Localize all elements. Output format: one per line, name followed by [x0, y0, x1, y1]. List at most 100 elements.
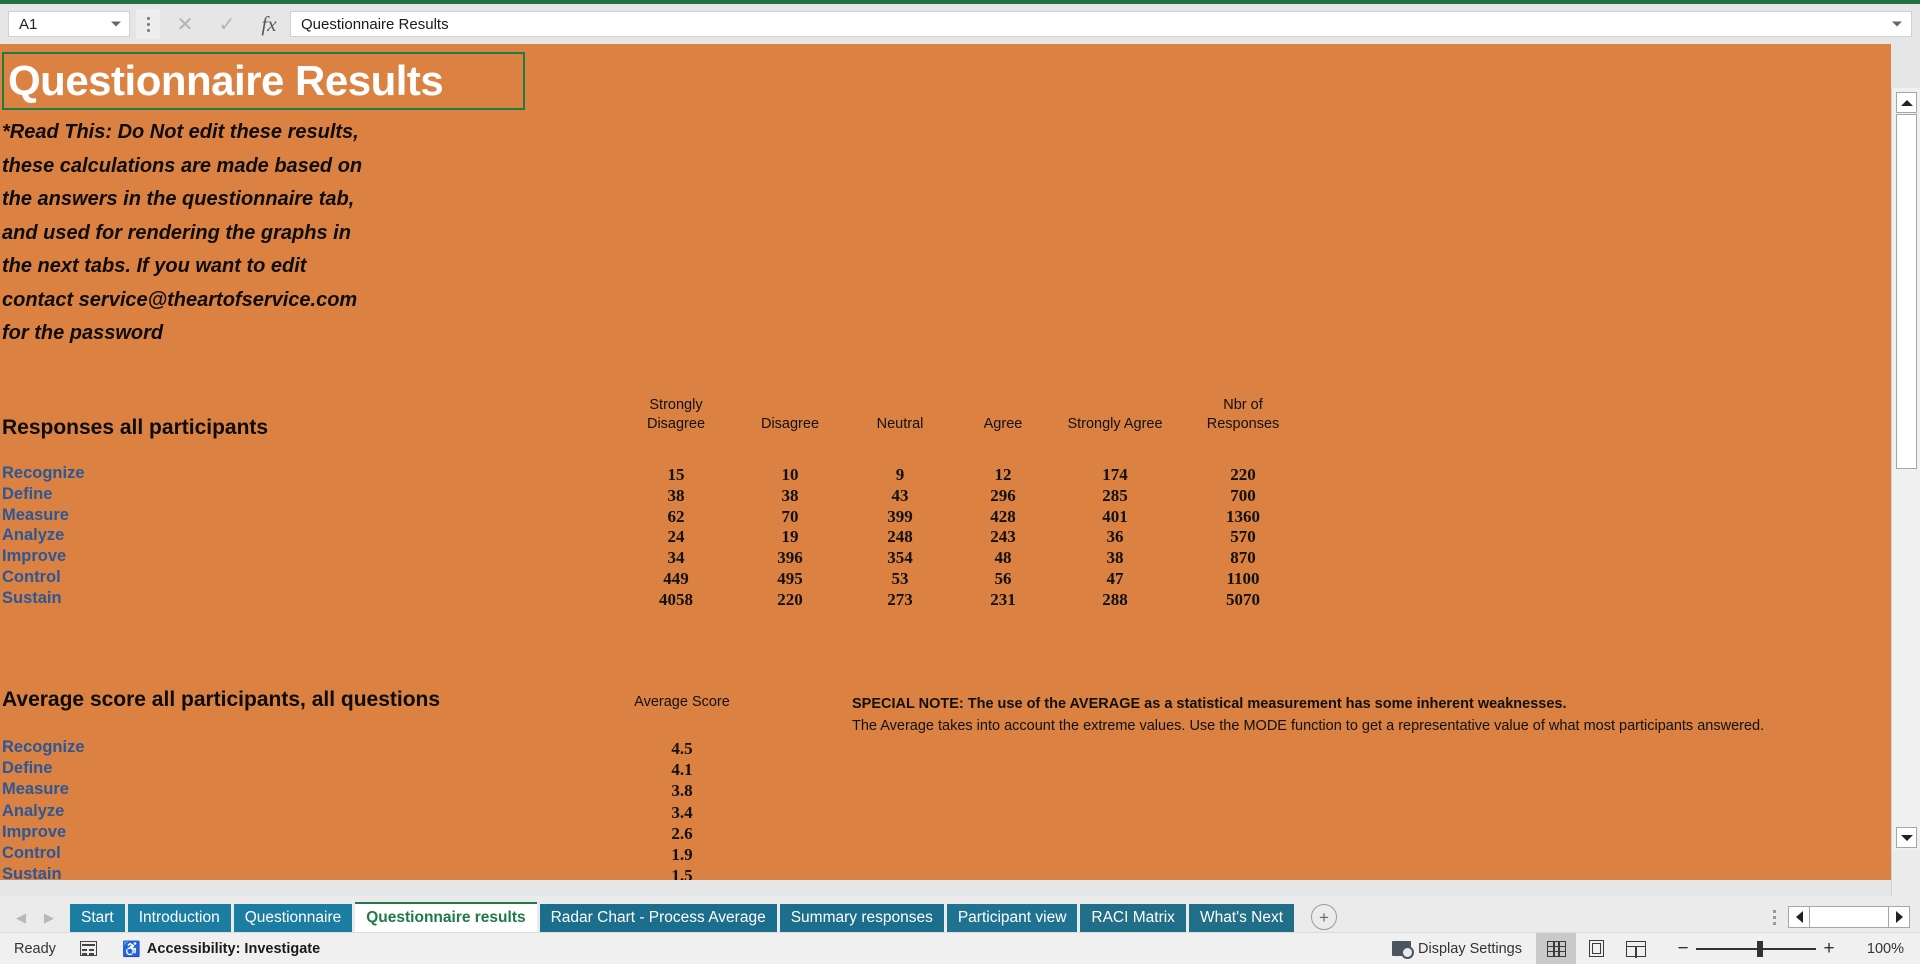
zoom-control[interactable]: − + [1670, 938, 1842, 960]
sheet-tab-questionnaire-results[interactable]: Questionnaire results [355, 902, 537, 932]
cell-value: 495 [777, 568, 803, 588]
row-label: Control [2, 567, 61, 586]
table-row[interactable]: Control 449 495 53 56 47 1100 [0, 568, 1300, 589]
table-row[interactable]: Analyze 24 19 248 243 36 570 [0, 526, 1300, 547]
sheet-tab-radar-chart-process-average[interactable]: Radar Chart - Process Average [539, 904, 777, 932]
zoom-out-button[interactable]: − [1670, 938, 1696, 960]
cell-value: 396 [777, 548, 803, 568]
average-table-body: Recognize 4.5 Define 4.1 Measure 3.8 Ana… [0, 738, 900, 880]
horizontal-scrollbar[interactable] [1788, 906, 1910, 928]
page-title: Questionnaire Results [8, 57, 444, 104]
cell-value: 1360 [1226, 506, 1260, 526]
zoom-in-button[interactable]: + [1816, 938, 1842, 960]
row-label: Recognize [2, 738, 85, 756]
scroll-left-button[interactable] [1788, 906, 1810, 928]
note-line: and used for rendering the graphs in [2, 221, 351, 244]
add-sheet-icon[interactable]: + [1311, 904, 1338, 930]
cell-value: 354 [887, 548, 913, 568]
note-line: *Read This: Do Not edit these results, [2, 121, 359, 143]
cell-value: 9 [895, 465, 905, 484]
display-settings-button[interactable]: Display Settings [1378, 933, 1536, 964]
table-row[interactable]: Define 38 38 43 296 285 700 [0, 485, 1300, 506]
scroll-right-button[interactable] [1888, 906, 1910, 928]
name-box-value: A1 [19, 15, 38, 33]
cell-value: 4058 [659, 589, 693, 609]
confirm-check-icon[interactable]: ✓ [206, 9, 248, 39]
row-label: Improve [2, 547, 67, 566]
row-label: Define [2, 484, 53, 503]
vertical-scrollbar[interactable] [1891, 88, 1920, 940]
column-header-average-score: Average Score [634, 694, 730, 710]
zoom-slider-thumb[interactable] [1757, 940, 1763, 957]
cell-a1-selected[interactable]: Questionnaire Results [2, 52, 525, 110]
sheet-tab-participant-view[interactable]: Participant view [946, 904, 1078, 932]
table-row[interactable]: Recognize 4.5 [0, 738, 900, 759]
page-break-preview-button[interactable] [1616, 933, 1656, 964]
vertical-scrollbar-thumb[interactable] [1896, 114, 1917, 469]
status-mode: Ready [14, 940, 56, 957]
note-line: these calculations are made based on [2, 154, 363, 177]
cell-value: 70 [781, 506, 799, 526]
dot [146, 22, 150, 26]
cell-value: 273 [887, 589, 913, 609]
sheet-tab-introduction[interactable]: Introduction [127, 904, 231, 932]
column-header-nbr-of-responses: Nbr of Responses [1206, 397, 1280, 432]
tab-split-grip[interactable] [1773, 909, 1776, 925]
cancel-icon[interactable]: ✕ [164, 9, 206, 39]
dot [146, 16, 150, 20]
table-row[interactable]: Define 4.1 [0, 759, 900, 780]
next-sheet-icon[interactable]: ▶ [42, 910, 56, 925]
formula-action-buttons: ✕ ✓ fx [164, 9, 290, 39]
table-row[interactable]: Improve 2.6 [0, 823, 900, 844]
note-line: the next tabs. If you want to edit [2, 255, 307, 277]
page-layout-view-button[interactable] [1576, 933, 1616, 964]
dot [146, 28, 150, 32]
table-row[interactable]: Recognize 15 10 9 12 174 220 [0, 464, 1300, 485]
cell-value: 19 [781, 527, 799, 547]
expand-formula-bar-icon[interactable] [1892, 21, 1902, 27]
accessibility-status[interactable]: ♿ Accessibility: Investigate [122, 940, 320, 958]
chevron-down-icon[interactable] [111, 21, 121, 27]
cell-value: 24 [667, 527, 685, 547]
workbook-statistics-icon[interactable] [79, 941, 97, 956]
triangle-left-icon [1795, 911, 1803, 923]
cell-value: 38 [781, 485, 799, 505]
cell-value: 3.8 [671, 781, 693, 801]
zoom-level-label[interactable]: 100% [1842, 941, 1904, 957]
formula-bar-overflow-button[interactable] [136, 9, 160, 39]
sheet-tab-raci-matrix[interactable]: RACI Matrix [1080, 904, 1186, 932]
cell-value: 53 [891, 568, 909, 588]
cell-value: 1.5 [671, 866, 693, 880]
page-layout-icon [1588, 940, 1604, 957]
sheet-tab-start[interactable]: Start [70, 904, 125, 932]
cell-value: 570 [1230, 527, 1256, 547]
special-note-plain: The Average takes into account the extre… [852, 718, 1765, 734]
cell-value: 38 [667, 485, 685, 505]
table-row[interactable]: Measure 62 70 399 428 401 1360 [0, 506, 1300, 527]
formula-bar: A1 ✕ ✓ fx Questionnaire Results [0, 4, 1920, 44]
name-box[interactable]: A1 [8, 11, 130, 37]
table-row[interactable]: Control 1.9 [0, 844, 900, 865]
scroll-up-button[interactable] [1896, 92, 1917, 113]
formula-input[interactable]: Questionnaire Results [290, 11, 1912, 37]
cell-value: 2.6 [671, 823, 693, 843]
horizontal-scrollbar-thumb[interactable] [1810, 906, 1888, 928]
worksheet-grid[interactable]: Questionnaire Results *Read This: Do Not… [0, 44, 1891, 880]
sheet-tab-whats-next[interactable]: What's Next [1188, 904, 1295, 932]
insert-function-icon[interactable]: fx [248, 9, 290, 39]
cell-value: 10 [781, 465, 799, 484]
sheet-tab-questionnaire[interactable]: Questionnaire [233, 904, 353, 932]
cell-value: 4.1 [671, 760, 693, 780]
table-row[interactable]: Analyze 3.4 [0, 802, 900, 823]
scroll-down-button[interactable] [1896, 827, 1917, 848]
table-row[interactable]: Measure 3.8 [0, 780, 900, 801]
zoom-slider-track[interactable] [1696, 940, 1816, 957]
previous-sheet-icon[interactable]: ◀ [14, 910, 28, 925]
sheet-tab-summary-responses[interactable]: Summary responses [779, 904, 944, 932]
note-line: for the password [2, 322, 164, 344]
normal-view-button[interactable] [1536, 933, 1576, 964]
table-row[interactable]: Sustain 1.5 [0, 865, 900, 880]
table-row[interactable]: Sustain 4058 220 273 231 288 5070 [0, 589, 1300, 610]
cell-value: 5070 [1226, 589, 1260, 609]
table-row[interactable]: Improve 34 396 354 48 38 870 [0, 547, 1300, 568]
